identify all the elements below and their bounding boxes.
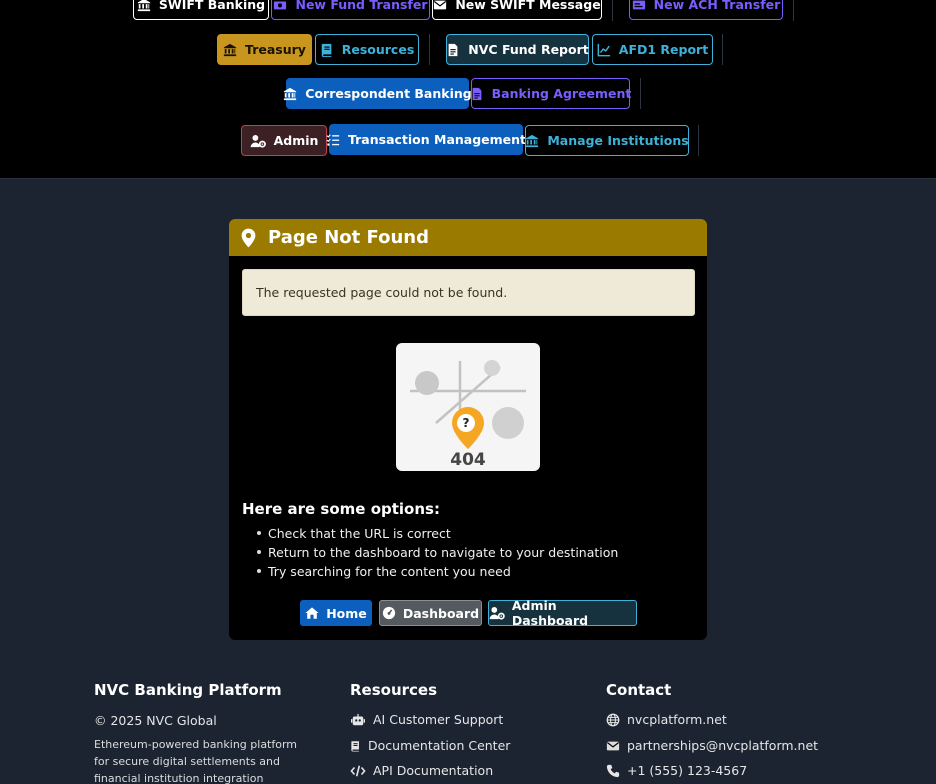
options-list: Check that the URL is correct Return to … <box>256 526 618 583</box>
transaction-management-label: Transaction Management <box>347 132 527 147</box>
user-gear-icon <box>489 606 505 620</box>
treasury-label: Treasury <box>245 42 306 57</box>
resources-label: Resources <box>341 42 415 57</box>
dashboard-button[interactable]: Dashboard <box>379 600 482 626</box>
email-label: partnerships@nvcplatform.net <box>627 738 819 753</box>
home-icon <box>305 606 319 620</box>
bank-icon <box>137 0 151 12</box>
not-found-card: Page Not Found The requested page could … <box>229 219 707 640</box>
list-check-icon <box>326 133 340 147</box>
top-navbar: SWIFT Banking New Fund Transfer New SWIF… <box>0 0 936 179</box>
footer-brand: NVC Banking Platform © 2025 NVC Global E… <box>94 681 324 784</box>
afd1-report-button[interactable]: AFD1 Report <box>592 34 713 65</box>
not-found-alert: The requested page could not be found. <box>242 269 695 316</box>
manage-institutions-button[interactable]: Manage Institutions <box>525 125 689 156</box>
ai-support-label: AI Customer Support <box>373 712 504 727</box>
api-docs-label: API Documentation <box>373 763 494 778</box>
banking-agreement-button[interactable]: Banking Agreement <box>470 78 632 109</box>
phone-label: +1 (555) 123-4567 <box>627 763 748 778</box>
documentation-label: Documentation Center <box>368 738 511 753</box>
new-fund-transfer-button[interactable]: New Fund Transfer <box>271 0 430 20</box>
footer-resources-title: Resources <box>350 681 438 699</box>
alert-text: The requested page could not be found. <box>256 285 508 300</box>
code-icon <box>350 764 366 778</box>
footer-brand-title: NVC Banking Platform <box>94 681 282 699</box>
nvc-fund-report-label: NVC Fund Report <box>468 42 589 57</box>
resources-button[interactable]: Resources <box>315 34 419 65</box>
book-icon <box>350 739 361 753</box>
nav-divider <box>429 34 430 65</box>
transaction-management-button[interactable]: Transaction Management <box>326 124 527 155</box>
option-item: Try searching for the content you need <box>256 564 618 583</box>
correspondent-banking-label: Correspondent Banking <box>305 86 472 101</box>
nav-divider <box>793 0 794 21</box>
footer-contact-title: Contact <box>606 681 672 699</box>
file-icon <box>446 43 460 57</box>
home-label: Home <box>326 605 367 621</box>
footer-description: Ethereum-powered banking platform for se… <box>94 738 298 784</box>
option-item: Return to the dashboard to navigate to y… <box>256 545 618 564</box>
book-icon <box>320 43 334 57</box>
map-illustration-icon: ? <box>410 360 526 449</box>
money-bill-icon <box>273 0 287 12</box>
documentation-link[interactable]: Documentation Center <box>350 738 510 753</box>
admin-button[interactable]: Admin <box>241 125 327 156</box>
footer-resources: Resources AI Customer Support Documentat… <box>350 681 570 778</box>
nvc-fund-report-button[interactable]: NVC Fund Report <box>446 34 589 65</box>
treasury-button[interactable]: Treasury <box>217 34 312 65</box>
manage-institutions-label: Manage Institutions <box>547 133 689 148</box>
dashboard-label: Dashboard <box>402 605 480 621</box>
pin-question-mark: ? <box>463 416 470 430</box>
website-label: nvcplatform.net <box>627 712 727 727</box>
phone-icon <box>606 764 620 778</box>
new-swift-message-label: New SWIFT Message <box>455 0 601 12</box>
new-fund-transfer-label: New Fund Transfer <box>295 0 428 12</box>
map-pin-icon <box>241 228 256 248</box>
ai-support-link[interactable]: AI Customer Support <box>350 712 503 727</box>
page-title: Page Not Found <box>268 227 429 248</box>
swift-banking-label: SWIFT Banking <box>158 0 266 12</box>
nav-divider <box>640 78 641 109</box>
footer-copyright: © 2025 NVC Global <box>94 713 217 728</box>
new-ach-transfer-label: New ACH Transfer <box>653 0 781 12</box>
line-chart-icon <box>597 43 611 57</box>
afd1-report-label: AFD1 Report <box>618 42 709 57</box>
home-button[interactable]: Home <box>300 600 372 626</box>
api-docs-link[interactable]: API Documentation <box>350 763 493 778</box>
admin-dashboard-label: Admin Dashboard <box>511 598 589 628</box>
email-link[interactable]: partnerships@nvcplatform.net <box>606 738 818 753</box>
money-check-icon <box>632 0 646 12</box>
option-item: Check that the URL is correct <box>256 526 618 545</box>
robot-icon <box>350 713 366 727</box>
correspondent-banking-button[interactable]: Correspondent Banking <box>283 78 472 109</box>
envelope-icon <box>606 739 620 753</box>
bank-icon <box>223 43 237 57</box>
new-swift-message-button[interactable]: New SWIFT Message <box>432 0 602 20</box>
swift-banking-button[interactable]: SWIFT Banking <box>133 0 269 20</box>
bank-icon <box>283 87 297 101</box>
user-gear-icon <box>250 134 266 148</box>
phone-link[interactable]: +1 (555) 123-4567 <box>606 763 747 778</box>
nav-divider <box>612 0 613 21</box>
nav-divider <box>698 125 699 156</box>
admin-dashboard-button[interactable]: Admin Dashboard <box>488 598 637 628</box>
banking-agreement-label: Banking Agreement <box>491 86 632 101</box>
admin-label: Admin <box>273 133 319 148</box>
error-code: 404 <box>450 450 486 470</box>
not-found-illustration: ? 404 <box>396 343 540 471</box>
globe-icon <box>606 713 620 727</box>
options-heading: Here are some options: <box>242 500 440 518</box>
bank-icon <box>525 134 539 148</box>
footer-contact: Contact nvcplatform.net partnerships@nvc… <box>606 681 846 778</box>
nav-divider <box>722 34 723 65</box>
card-header: Page Not Found <box>229 219 707 256</box>
website-link[interactable]: nvcplatform.net <box>606 712 727 727</box>
gauge-icon <box>382 606 396 620</box>
new-ach-transfer-button[interactable]: New ACH Transfer <box>629 0 783 20</box>
envelope-icon <box>433 0 447 12</box>
file-icon <box>470 87 484 101</box>
